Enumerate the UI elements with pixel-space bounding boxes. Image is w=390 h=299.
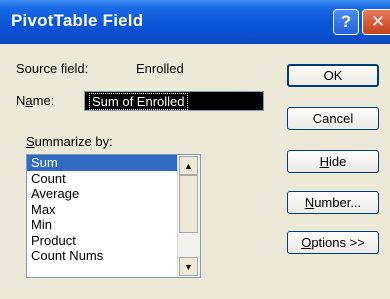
cancel-button[interactable]: Cancel bbox=[287, 107, 379, 130]
number-button[interactable]: Number... bbox=[287, 191, 379, 214]
scroll-down-icon[interactable]: ▼ bbox=[179, 257, 198, 276]
title-bar: PivotTable Field ? ✕ bbox=[0, 0, 390, 44]
hide-button[interactable]: Hide bbox=[287, 150, 379, 173]
list-item[interactable]: Average bbox=[27, 186, 200, 202]
name-input-value: Sum of Enrolled bbox=[89, 93, 188, 110]
summarize-list-items: Sum Count Average Max Min Product Count Nums bbox=[27, 155, 200, 264]
close-icon[interactable]: ✕ bbox=[362, 9, 390, 35]
list-scrollbar[interactable]: ▲ ▼ bbox=[177, 155, 200, 277]
list-item[interactable]: Count bbox=[27, 171, 200, 187]
name-input[interactable]: Sum of Enrolled bbox=[84, 91, 264, 111]
list-item[interactable]: Sum bbox=[27, 155, 200, 171]
options-button[interactable]: Options >> bbox=[287, 231, 379, 254]
help-icon[interactable]: ? bbox=[333, 9, 359, 35]
source-field-label: Source field: bbox=[16, 61, 89, 76]
window-title: PivotTable Field bbox=[11, 11, 144, 30]
name-label: Name: bbox=[16, 93, 55, 108]
list-item[interactable]: Max bbox=[27, 202, 200, 218]
list-item[interactable]: Count Nums bbox=[27, 248, 200, 264]
scroll-up-icon[interactable]: ▲ bbox=[179, 156, 198, 175]
scroll-thumb[interactable] bbox=[179, 175, 198, 233]
list-item[interactable]: Min bbox=[27, 217, 200, 233]
list-item[interactable]: Product bbox=[27, 233, 200, 249]
pivottable-field-dialog: PivotTable Field ? ✕ Source field: Enrol… bbox=[0, 0, 390, 299]
ok-button[interactable]: OK bbox=[287, 64, 379, 87]
summarize-by-label: Summarize by: bbox=[26, 134, 113, 149]
source-field-value: Enrolled bbox=[136, 61, 184, 76]
summarize-listbox[interactable]: Sum Count Average Max Min Product Count Nums ▲… bbox=[26, 154, 201, 278]
